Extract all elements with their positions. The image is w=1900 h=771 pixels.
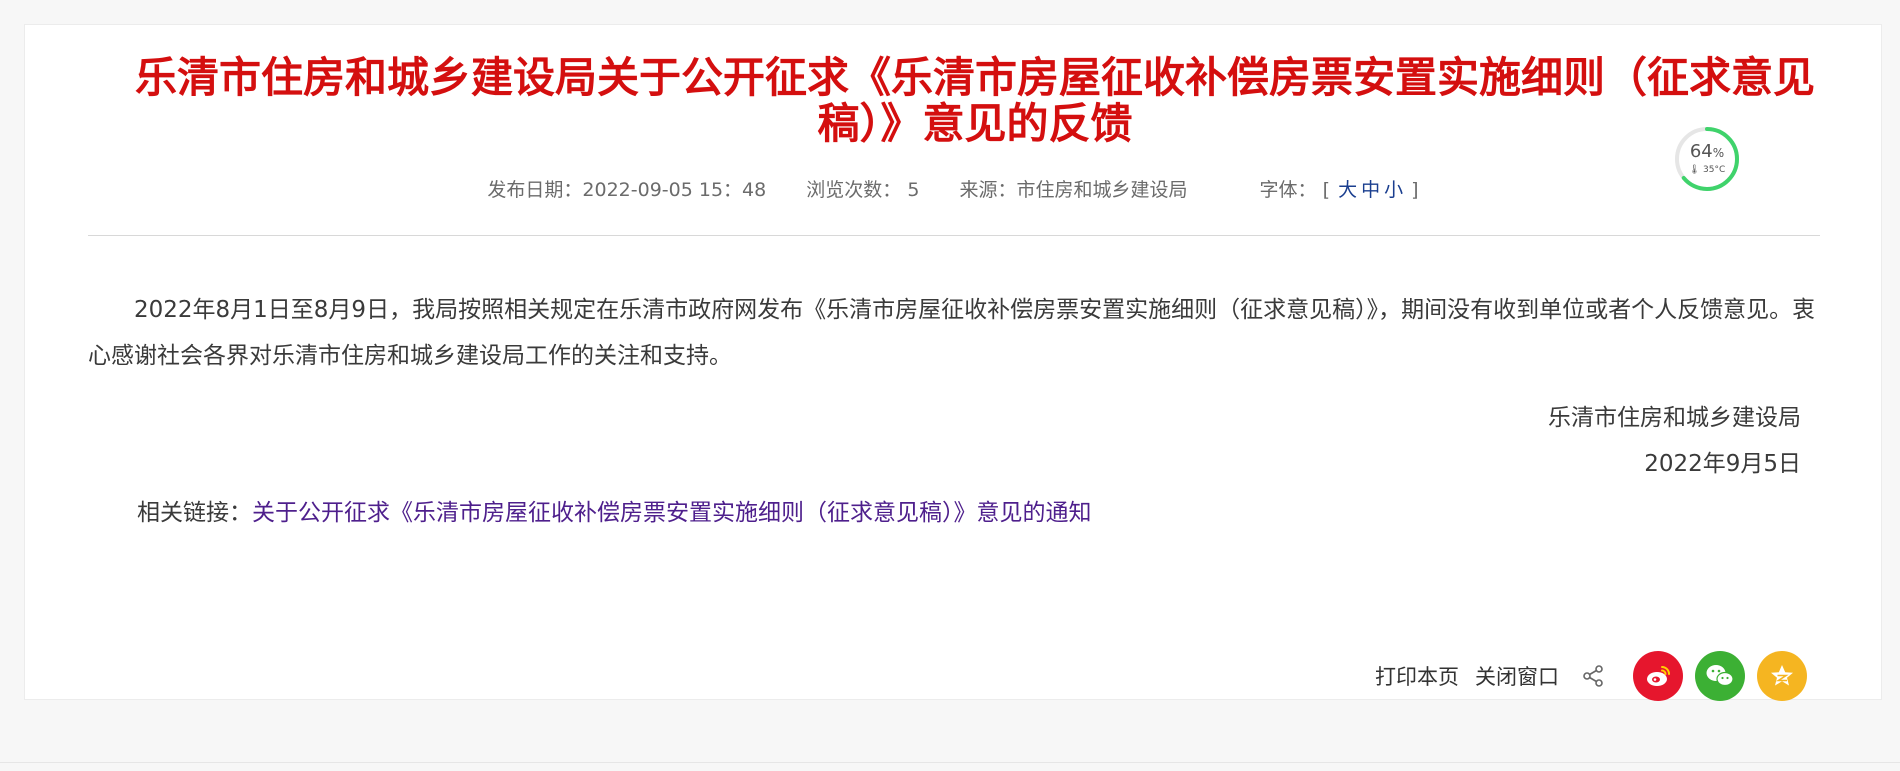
weibo-icon bbox=[1647, 666, 1670, 686]
font-medium-link[interactable]: 中 bbox=[1361, 179, 1380, 201]
qzone-share-button[interactable] bbox=[1757, 651, 1807, 701]
font-size-control: 字体： [ 大中小 ] bbox=[1259, 179, 1419, 201]
signature-date: 2022年9月5日 bbox=[1644, 451, 1801, 477]
related-links: 相关链接：关于公开征求《乐清市房屋征收补偿房票安置实施细则（征求意见稿）》意见的… bbox=[137, 490, 1092, 536]
gauge-percent: 64% bbox=[1689, 141, 1725, 162]
article-card: 乐清市住房和城乡建设局关于公开征求《乐清市房屋征收补偿房票安置实施细则（征求意见… bbox=[24, 24, 1882, 701]
article-body: 2022年8月1日至8月9日，我局按照相关规定在乐清市政府网发布《乐清市房屋征收… bbox=[88, 287, 1820, 379]
footer-divider bbox=[0, 762, 1900, 763]
article-actions: 打印本页 关闭窗口 bbox=[1375, 651, 1807, 701]
qzone-icon bbox=[1771, 665, 1793, 686]
signature: 乐清市住房和城乡建设局 2022年9月5日 bbox=[1548, 395, 1801, 487]
page-title: 乐清市住房和城乡建设局关于公开征求《乐清市房屋征收补偿房票安置实施细则（征求意见… bbox=[134, 53, 1815, 148]
thermometer-icon: 🌡 bbox=[1688, 165, 1701, 175]
weibo-share-button[interactable] bbox=[1633, 651, 1683, 701]
article-meta: 发布日期：2022-09-05 15：48 浏览次数： 5 来源：市住房和城乡建… bbox=[25, 175, 1881, 202]
related-link[interactable]: 关于公开征求《乐清市房屋征收补偿房票安置实施细则（征求意见稿）》意见的通知 bbox=[252, 500, 1092, 526]
view-count: 浏览次数： 5 bbox=[806, 179, 920, 201]
publish-date: 发布日期：2022-09-05 15：48 bbox=[487, 179, 767, 201]
wechat-share-button[interactable] bbox=[1695, 651, 1745, 701]
close-window-button[interactable]: 关闭窗口 bbox=[1475, 661, 1559, 691]
share-icon[interactable] bbox=[1581, 664, 1605, 688]
title-divider bbox=[88, 235, 1820, 236]
source: 来源：市住房和城乡建设局 bbox=[959, 179, 1188, 201]
status-gauge[interactable]: 64% 🌡 35°C bbox=[1673, 125, 1741, 193]
related-label: 相关链接： bbox=[137, 500, 252, 526]
font-large-link[interactable]: 大 bbox=[1338, 179, 1357, 201]
body-paragraph: 2022年8月1日至8月9日，我局按照相关规定在乐清市政府网发布《乐清市房屋征收… bbox=[88, 297, 1816, 369]
print-button[interactable]: 打印本页 bbox=[1375, 661, 1459, 691]
gauge-temperature: 🌡 35°C bbox=[1688, 165, 1726, 175]
font-small-link[interactable]: 小 bbox=[1384, 179, 1403, 201]
signature-org: 乐清市住房和城乡建设局 bbox=[1548, 405, 1801, 431]
wechat-icon bbox=[1706, 665, 1734, 687]
